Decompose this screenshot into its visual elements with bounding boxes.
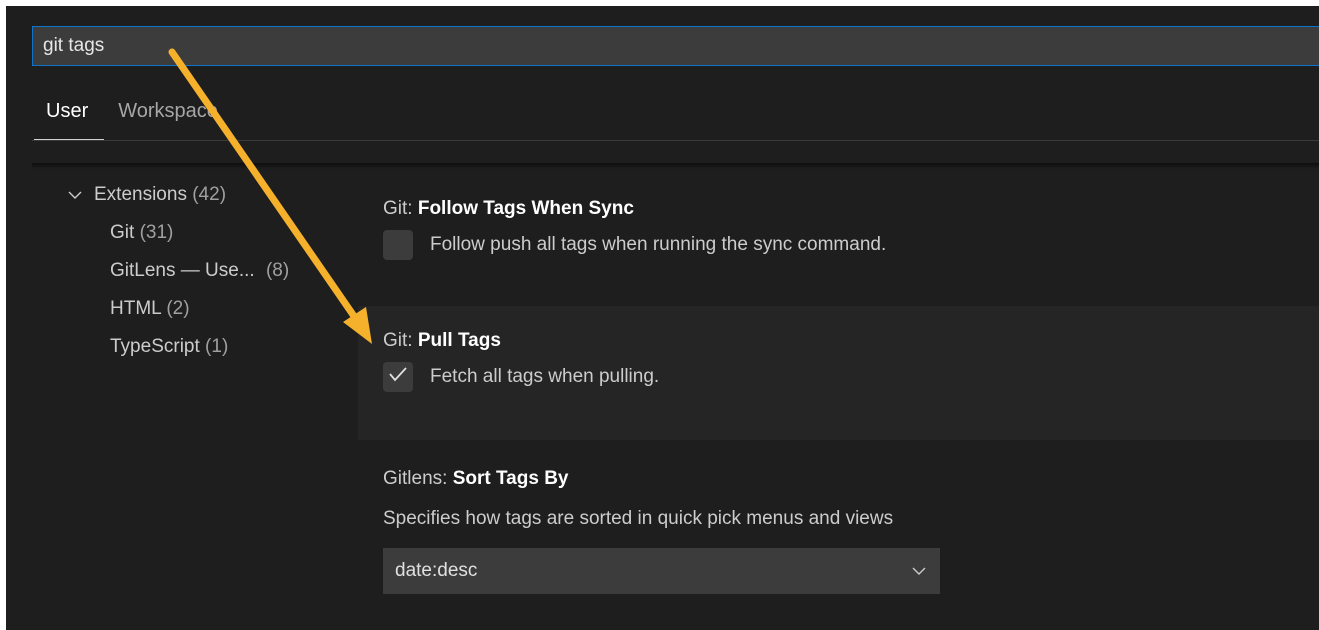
toc-item-count: (1) <box>205 336 229 357</box>
toc-item-label: Git <box>110 222 135 243</box>
toc-group-extensions[interactable]: Extensions (42) <box>68 176 289 214</box>
sort-tags-select[interactable]: date:desc <box>383 548 940 594</box>
chevron-down-icon <box>68 177 94 215</box>
toc-item-count: (31) <box>139 222 174 243</box>
select-value: date:desc <box>395 560 478 581</box>
toc-item-typescript[interactable]: TypeScript (1) <box>68 328 289 366</box>
toc-item-count: (8) <box>265 260 290 281</box>
toc-group-label: Extensions <box>94 184 187 205</box>
toc-group-count: (42) <box>192 184 227 205</box>
toc-item-html[interactable]: HTML (2) <box>68 290 289 328</box>
follow-tags-checkbox[interactable] <box>383 230 413 260</box>
setting-category: Gitlens: <box>383 468 453 489</box>
tabs-divider <box>32 140 1319 141</box>
setting-title: Git: Pull Tags <box>383 328 1319 354</box>
setting-pull-tags: Git: Pull Tags Fetch all tags when pulli… <box>358 306 1319 440</box>
settings-search-input[interactable]: git tags <box>32 26 1319 66</box>
toc-item-label: HTML <box>110 298 162 319</box>
toc-item-gitlens[interactable]: GitLens — Use... (8) <box>68 252 289 290</box>
search-query: git tags <box>43 35 105 56</box>
tab-workspace-label: Workspace <box>118 100 218 122</box>
setting-description: Specifies how tags are sorted in quick p… <box>383 508 894 529</box>
check-icon <box>388 366 408 388</box>
setting-key: Sort Tags By <box>452 468 569 489</box>
chevron-down-icon <box>912 548 926 594</box>
toc-item-label: GitLens — Use... <box>110 260 255 281</box>
tab-user[interactable]: User <box>32 88 105 140</box>
setting-sort-tags-by: Gitlens: Sort Tags By Specifies how tags… <box>358 462 1319 602</box>
setting-value-row: Fetch all tags when pulling. <box>383 362 1319 392</box>
setting-key: Follow Tags When Sync <box>417 198 634 219</box>
settings-editor: git tags User Workspace Extensions (42) … <box>6 6 1319 630</box>
setting-description: Follow push all tags when running the sy… <box>430 234 887 255</box>
toc-item-label: TypeScript <box>110 336 200 357</box>
setting-title: Git: Follow Tags When Sync <box>383 196 1319 222</box>
tab-user-label: User <box>46 100 89 122</box>
setting-follow-tags-when-sync: Git: Follow Tags When Sync Follow push a… <box>358 192 1319 302</box>
scope-tabs: User Workspace <box>32 88 234 140</box>
setting-title: Gitlens: Sort Tags By <box>383 466 1319 492</box>
setting-category: Git: <box>383 198 418 219</box>
pull-tags-checkbox[interactable] <box>383 362 413 392</box>
scroll-shadow <box>32 163 1319 169</box>
setting-value-row: Follow push all tags when running the sy… <box>383 230 1319 260</box>
setting-key: Pull Tags <box>417 330 501 351</box>
setting-category: Git: <box>383 330 418 351</box>
toc-item-count: (2) <box>166 298 190 319</box>
setting-description: Fetch all tags when pulling. <box>430 366 660 387</box>
settings-toc: Extensions (42) Git (31) GitLens — Use..… <box>68 176 289 366</box>
toc-item-git[interactable]: Git (31) <box>68 214 289 252</box>
tab-workspace[interactable]: Workspace <box>104 88 234 128</box>
